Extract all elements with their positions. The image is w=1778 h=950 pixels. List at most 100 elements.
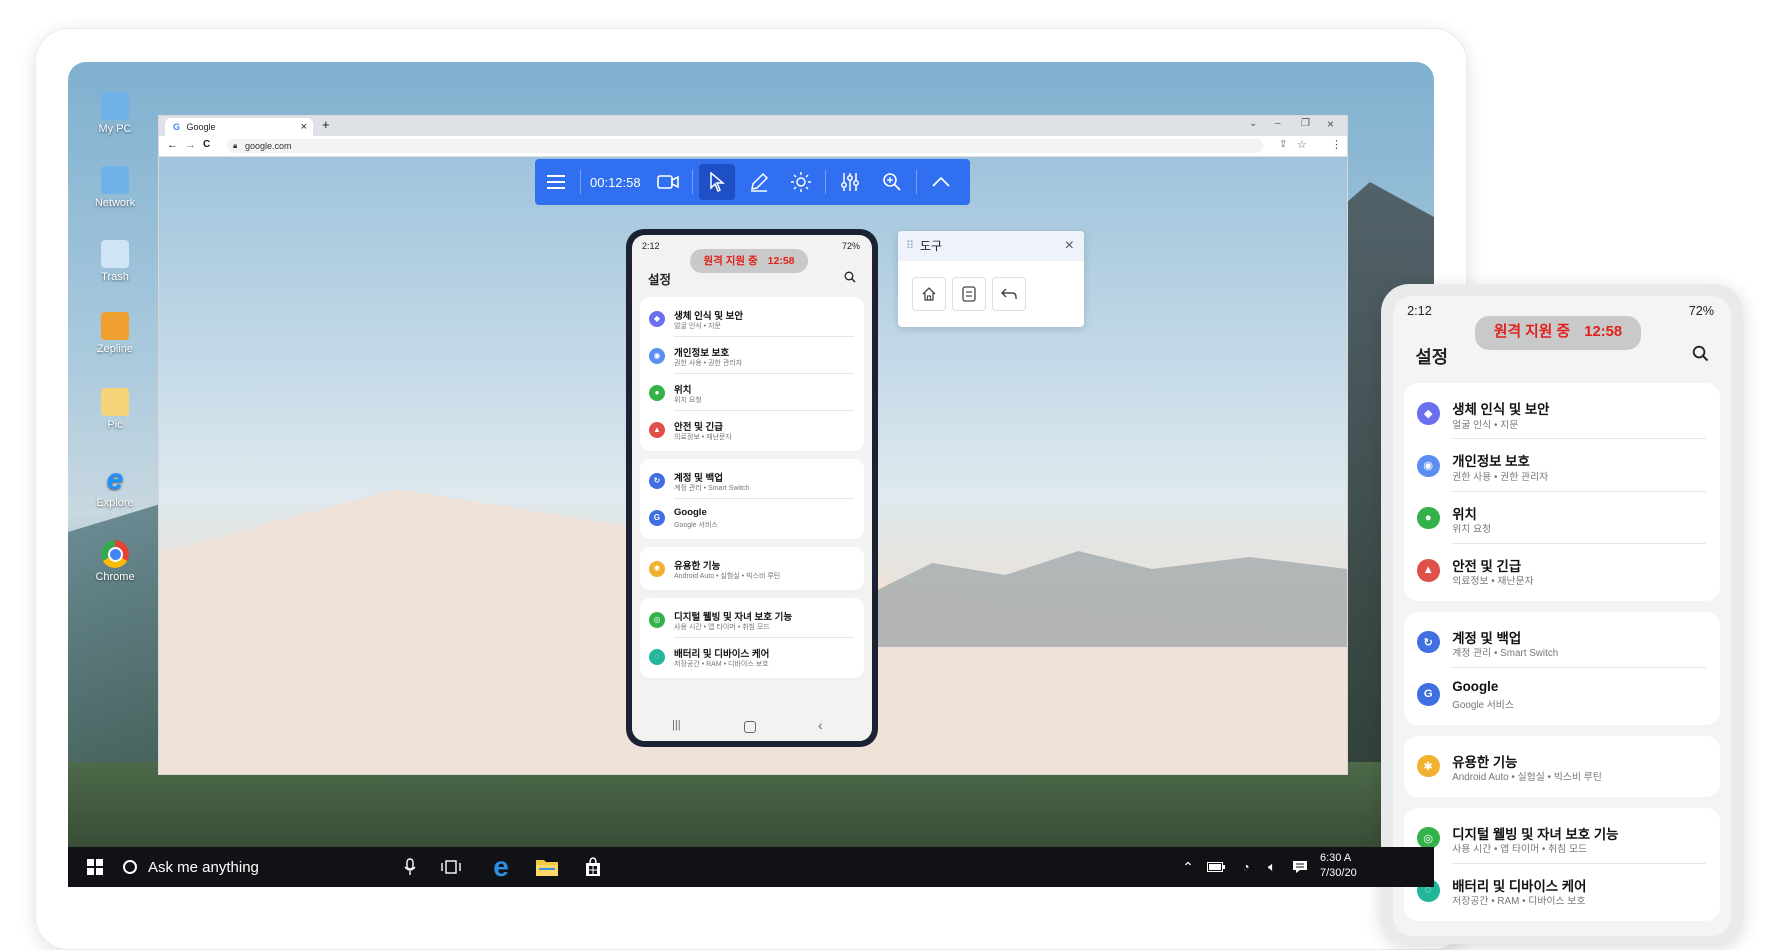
settings-item-icon: ◎ — [649, 611, 665, 628]
new-tab-button[interactable]: + — [322, 117, 330, 132]
settings-item-subtitle: 권한 사용 • 권한 관리자 — [674, 359, 743, 367]
tab-close-icon[interactable]: × — [301, 118, 307, 136]
bookmark-star-icon[interactable]: ☆ — [1297, 138, 1307, 151]
settings-item[interactable]: ↻ 계정 및 백업 계정 관리 • Smart Switch — [640, 462, 864, 499]
tools-panel-header[interactable]: ⠿ 도구 × — [898, 231, 1084, 261]
back-button[interactable] — [992, 277, 1026, 311]
settings-item[interactable]: G Google Google 서비스 — [1404, 668, 1720, 720]
desktop-icon[interactable]: Zepline — [80, 312, 150, 355]
settings-item-title: Google — [674, 506, 707, 518]
minimize-button[interactable]: – — [1275, 118, 1281, 129]
settings-item[interactable]: ◆ 생체 인식 및 보안 얼굴 인식 • 지문 — [1404, 388, 1720, 440]
home-icon[interactable] — [744, 721, 756, 733]
edge-browser-icon[interactable]: e — [484, 847, 518, 887]
close-icon[interactable]: × — [1065, 231, 1074, 261]
desktop-icon[interactable]: e Explore — [80, 463, 150, 509]
restore-button[interactable]: ❐ — [1301, 118, 1310, 129]
settings-item-title: 안전 및 긴급 — [674, 421, 723, 433]
reload-icon[interactable]: C — [203, 139, 210, 150]
phone-screen[interactable]: 2:12 72% 원격 지원 중 12:58 설정 ◆ 생체 인식 및 보안 얼굴 인식 • … — [632, 235, 872, 741]
settings-item-subtitle: 저장공간 • RAM • 디바이스 보호 — [1452, 896, 1586, 908]
settings-item-icon: ↻ — [649, 472, 665, 489]
settings-item[interactable]: ◎ 디지털 웰빙 및 자녀 보호 기능 사용 시간 • 앱 타이머 • 취침 모드 — [640, 601, 864, 638]
settings-item-icon: ◎ — [1416, 826, 1440, 850]
settings-item[interactable]: ◉ 개인정보 보호 권한 사용 • 권한 관리자 — [1404, 440, 1720, 492]
network-icon — [101, 166, 129, 194]
desktop-icon[interactable]: Trash — [80, 240, 150, 283]
search-icon[interactable] — [1692, 345, 1709, 362]
file-explorer-icon[interactable] — [530, 847, 564, 887]
tools-panel-title: 도구 — [920, 239, 943, 253]
zoom-icon[interactable] — [874, 164, 910, 200]
settings-item-title: 디지털 웰빙 및 자녀 보호 기능 — [1452, 826, 1619, 842]
windows-start-icon[interactable] — [76, 847, 114, 887]
settings-item-title: 계정 및 백업 — [1452, 630, 1522, 646]
remote-support-label: 원격 지원 중 — [1493, 323, 1571, 340]
settings-item-title: 배터리 및 디바이스 케어 — [1452, 878, 1587, 894]
settings-item[interactable]: G Google Google 서비스 — [640, 499, 864, 536]
recent-apps-button[interactable] — [952, 277, 986, 311]
desktop-icon[interactable]: My PC — [80, 92, 150, 135]
toolbar-divider — [824, 170, 826, 194]
collapse-chevron-up-icon[interactable] — [923, 164, 959, 200]
settings-item-subtitle: Android Auto • 실험실 • 빅스비 루틴 — [1452, 772, 1602, 784]
battery-icon[interactable] — [1204, 847, 1228, 887]
settings-item-subtitle: 위치 요청 — [674, 396, 702, 404]
browser-menu-icon[interactable]: ⋮ — [1331, 138, 1342, 151]
store-icon[interactable] — [576, 847, 610, 887]
back-icon[interactable]: ‹ — [818, 717, 823, 733]
volume-icon[interactable]: 🔈︎ — [1260, 847, 1284, 887]
desktop-icon[interactable]: Network — [80, 166, 150, 209]
settings-sliders-icon[interactable] — [832, 164, 868, 200]
desktop-icon[interactable]: Pic — [80, 388, 150, 431]
ie-icon: e — [106, 463, 124, 496]
settings-item-subtitle: 사용 시간 • 앱 타이머 • 취침 모드 — [1452, 843, 1588, 855]
menu-icon[interactable] — [538, 164, 574, 200]
settings-item-subtitle: 위치 요청 — [1452, 523, 1492, 535]
settings-item[interactable]: ▲ 안전 및 긴급 의료정보 • 재난문자 — [640, 411, 864, 448]
microphone-icon[interactable] — [398, 847, 422, 887]
settings-item-title: 생체 인식 및 보안 — [1452, 402, 1550, 418]
settings-item-subtitle: 계정 관리 • Smart Switch — [1452, 647, 1559, 659]
home-button[interactable] — [912, 277, 946, 311]
desktop-icon-label: Zepline — [96, 343, 134, 355]
back-icon[interactable]: ← — [167, 139, 178, 151]
settings-item[interactable]: ✱ 유용한 기능 Android Auto • 실험실 • 빅스비 루틴 — [1404, 740, 1720, 792]
recent-apps-icon[interactable]: ||| — [672, 719, 681, 731]
search-icon[interactable] — [844, 270, 856, 283]
drag-handle-icon[interactable]: ⠿ — [906, 231, 914, 261]
pen-icon[interactable] — [741, 164, 777, 200]
settings-item-title: 유용한 기능 — [1452, 754, 1518, 770]
laser-pointer-icon[interactable] — [783, 164, 819, 200]
share-icon[interactable]: ⇪ — [1279, 139, 1287, 150]
settings-item[interactable]: ◎ 디지털 웰빙 및 자녀 보호 기능 사용 시간 • 앱 타이머 • 취침 모드 — [1404, 812, 1720, 864]
settings-item[interactable]: ◆ 생체 인식 및 보안 얼굴 인식 • 지문 — [640, 300, 864, 337]
wifi-icon[interactable]: ◔ — [1234, 847, 1258, 887]
forward-icon[interactable]: → — [185, 139, 196, 151]
remote-toolbar: 00:12:58 — [535, 159, 970, 205]
settings-item[interactable]: ◌ 배터리 및 디바이스 케어 저장공간 • RAM • 디바이스 보호 — [1404, 864, 1720, 916]
chevron-up-icon[interactable]: ⌃ — [1178, 847, 1198, 887]
desktop-icon[interactable]: Chrome — [80, 540, 150, 583]
settings-item[interactable]: ↻ 계정 및 백업 계정 관리 • Smart Switch — [1404, 616, 1720, 668]
browser-tab[interactable]: G Google × — [165, 118, 313, 136]
settings-item[interactable]: ✱ 유용한 기능 Android Auto • 실험실 • 빅스비 루틴 — [640, 550, 864, 587]
tab-search-icon[interactable]: ⌄ — [1249, 118, 1257, 129]
search-placeholder: Ask me anything — [148, 858, 259, 876]
settings-item[interactable]: ● 위치 위치 요청 — [1404, 492, 1720, 544]
video-camera-icon[interactable] — [650, 164, 686, 200]
settings-item[interactable]: ▲ 안전 및 긴급 의료정보 • 재난문자 — [1404, 544, 1720, 596]
pointer-icon[interactable] — [698, 164, 735, 200]
clock[interactable]: 6:30 A 7/30/20 — [1320, 851, 1357, 881]
close-window-button[interactable]: × — [1327, 117, 1334, 131]
address-bar[interactable]: 🔒︎ google.com — [227, 139, 1263, 153]
settings-item[interactable]: ◌ 배터리 및 디바이스 케어 저장공간 • RAM • 디바이스 보호 — [640, 638, 864, 675]
settings-item-subtitle: 의료정보 • 재난문자 — [674, 433, 732, 441]
settings-item[interactable]: ● 위치 위치 요청 — [640, 374, 864, 411]
battery-level: 72% — [841, 241, 860, 251]
task-view-icon[interactable] — [436, 847, 466, 887]
settings-item[interactable]: ◉ 개인정보 보호 권한 사용 • 권한 관리자 — [640, 337, 864, 374]
notification-icon[interactable] — [1288, 847, 1312, 887]
zeplin-icon — [101, 312, 129, 340]
phone-screen[interactable]: 2:12 72% 원격 지원 중 12:58 설정 ◆ 생체 인식 및 보안 얼굴 인식 • … — [1393, 296, 1731, 936]
